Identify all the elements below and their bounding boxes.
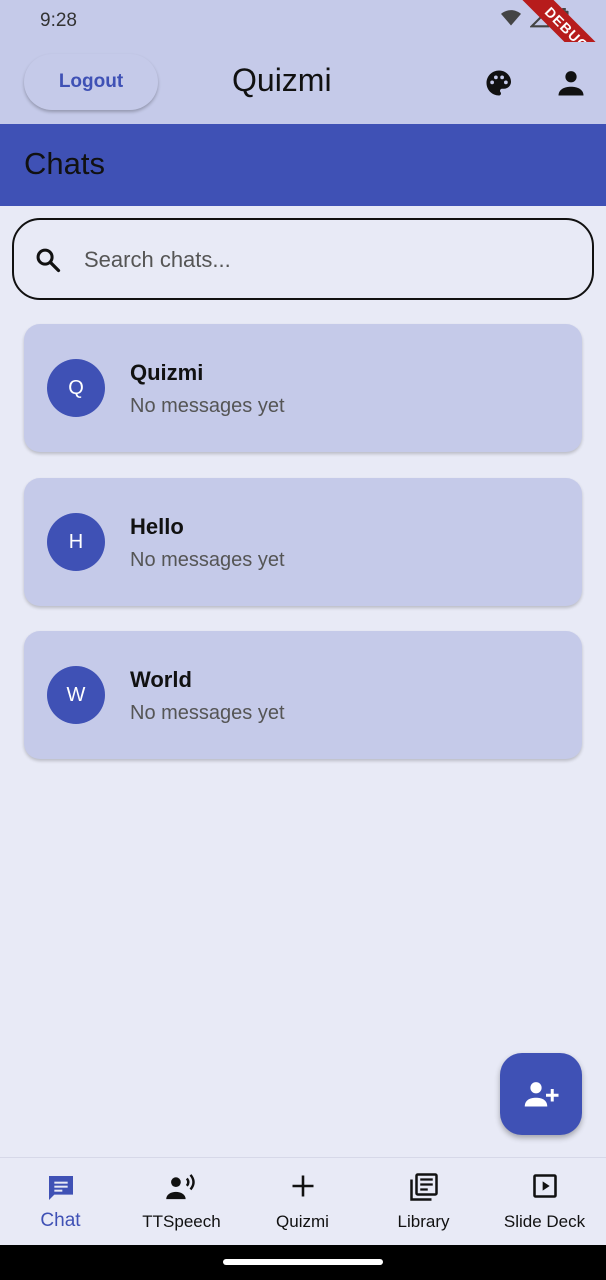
nav-label: Library xyxy=(397,1212,450,1231)
system-nav-bar xyxy=(0,1245,606,1280)
section-title: Chats xyxy=(24,146,105,181)
nav-item-quizmi[interactable]: Quizmi xyxy=(242,1158,363,1246)
chat-item-world[interactable]: W World No messages yet xyxy=(24,631,582,759)
library-books-icon xyxy=(409,1173,438,1201)
avatar: Q xyxy=(47,359,105,417)
nav-label: Slide Deck xyxy=(503,1212,586,1231)
person-add-icon xyxy=(524,1082,559,1107)
app-title: Quizmi xyxy=(232,62,332,98)
app-bar: Logout Quizmi xyxy=(0,42,606,124)
add-icon xyxy=(292,1175,313,1197)
chat-name: Hello xyxy=(130,514,184,539)
chat-item-hello[interactable]: H Hello No messages yet xyxy=(24,478,582,606)
record-voice-icon xyxy=(165,1174,195,1200)
avatar: W xyxy=(47,666,105,724)
section-header: Chats xyxy=(0,124,606,206)
nav-label: Quizmi xyxy=(276,1212,329,1231)
status-time: 9:28 xyxy=(40,10,77,31)
chat-name: Quizmi xyxy=(130,360,204,385)
nav-item-ttspeech[interactable]: TTSpeech xyxy=(121,1158,242,1246)
chat-last-message: No messages yet xyxy=(130,395,285,417)
bottom-nav: Chat TTSpeech Quizmi Library Slide Deck xyxy=(0,1157,606,1246)
nav-label: Chat xyxy=(40,1210,81,1231)
search-input[interactable] xyxy=(82,234,576,286)
nav-item-chat[interactable]: Chat xyxy=(0,1158,121,1246)
home-indicator[interactable] xyxy=(223,1259,383,1265)
nav-item-library[interactable]: Library xyxy=(363,1158,484,1246)
status-bar: 9:28 DEBUG xyxy=(0,0,606,90)
chat-item-quizmi[interactable]: Q Quizmi No messages yet xyxy=(24,324,582,452)
chat-last-message: No messages yet xyxy=(130,702,285,724)
add-contact-button[interactable] xyxy=(500,1053,582,1135)
wifi-icon xyxy=(501,10,521,26)
search-icon xyxy=(36,248,61,273)
nav-label: TTSpeech xyxy=(142,1212,221,1231)
palette-icon[interactable] xyxy=(484,68,514,98)
nav-item-slide-deck[interactable]: Slide Deck xyxy=(484,1158,605,1246)
person-icon[interactable] xyxy=(556,68,586,98)
chat-name: World xyxy=(130,667,192,692)
search-bar[interactable] xyxy=(12,218,594,300)
avatar: H xyxy=(47,513,105,571)
logout-button[interactable]: Logout xyxy=(24,54,158,110)
chat-last-message: No messages yet xyxy=(130,549,285,571)
chat-icon xyxy=(48,1176,73,1200)
slideshow-icon xyxy=(532,1174,557,1198)
